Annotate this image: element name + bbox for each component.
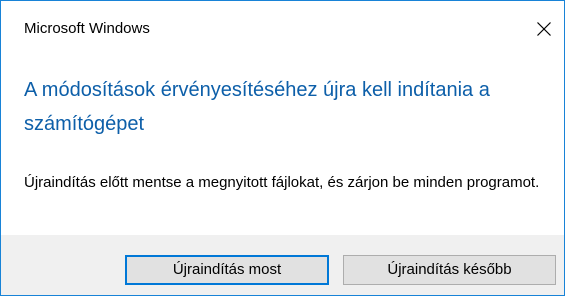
close-button[interactable] xyxy=(526,11,562,47)
restart-later-button[interactable]: Újraindítás később xyxy=(343,255,556,285)
button-bar: Újraindítás most Újraindítás később xyxy=(1,235,564,295)
restart-dialog: Microsoft Windows A módosítások érvényes… xyxy=(0,0,565,296)
dialog-heading: A módosítások érvényesítéséhez újra kell… xyxy=(24,79,490,135)
close-icon xyxy=(537,22,551,36)
restart-now-button[interactable]: Újraindítás most xyxy=(125,255,329,285)
window-title: Microsoft Windows xyxy=(24,20,150,37)
dialog-message: Újraindítás előtt mentse a megnyitott fá… xyxy=(24,174,540,191)
title-bar: Microsoft Windows xyxy=(1,1,564,57)
